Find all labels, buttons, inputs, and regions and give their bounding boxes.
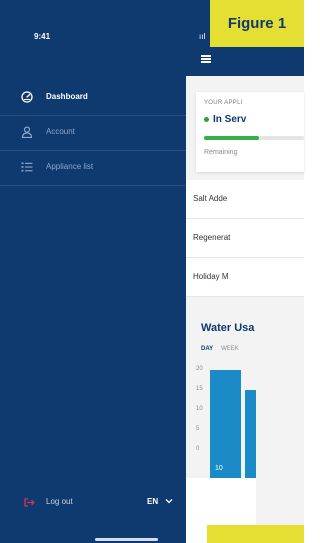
usage-bar[interactable] bbox=[245, 390, 256, 478]
figure-label-bottom bbox=[207, 525, 304, 543]
row-holiday-mode[interactable]: Holiday M bbox=[186, 258, 304, 297]
signal-indicator: ııl bbox=[199, 32, 206, 41]
nav-item-account[interactable]: Account bbox=[0, 115, 186, 151]
y-tick-10: 10 bbox=[196, 406, 203, 412]
appliance-status-card[interactable]: YOUR APPLI In Serv Remaining bbox=[196, 92, 304, 172]
hamburger-menu-icon[interactable] bbox=[201, 55, 211, 63]
y-tick-0: 0 bbox=[196, 446, 200, 452]
card-status: In Serv bbox=[204, 114, 246, 125]
navigation-drawer: 9:41 Dashboard Account Appliance list Lo… bbox=[0, 0, 186, 543]
list-icon bbox=[21, 162, 33, 172]
usage-tabs: DAY WEEK bbox=[201, 346, 239, 352]
nav-label-account: Account bbox=[46, 127, 75, 136]
status-dot-icon bbox=[204, 116, 209, 122]
tab-week[interactable]: WEEK bbox=[221, 346, 239, 352]
y-tick-5: 5 bbox=[196, 426, 200, 432]
row-regeneration[interactable]: Regenerat bbox=[186, 219, 304, 258]
dashboard-gauge-icon bbox=[21, 91, 33, 103]
salt-progress-fill bbox=[204, 136, 259, 140]
y-tick-15: 15 bbox=[196, 386, 203, 392]
card-status-text: In Serv bbox=[213, 114, 247, 125]
y-tick-20: 20 bbox=[196, 366, 203, 372]
nav-label-dashboard: Dashboard bbox=[46, 92, 88, 101]
chevron-down-icon[interactable] bbox=[165, 497, 173, 505]
card-label: YOUR APPLI bbox=[204, 100, 243, 106]
nav-item-dashboard[interactable]: Dashboard bbox=[0, 80, 186, 116]
main-action-list: Salt Adde Regenerat Holiday M bbox=[186, 180, 304, 297]
card-remaining-label: Remaining bbox=[204, 149, 238, 156]
home-indicator bbox=[95, 538, 158, 541]
usage-bar-label: 10 bbox=[215, 465, 223, 472]
nav-label-appliance-list: Appliance list bbox=[46, 162, 94, 171]
status-time: 9:41 bbox=[34, 32, 51, 41]
tab-day[interactable]: DAY bbox=[201, 346, 213, 352]
user-icon bbox=[21, 126, 33, 138]
row-salt-added[interactable]: Salt Adde bbox=[186, 180, 304, 219]
water-usage-title: Water Usa bbox=[201, 322, 255, 334]
usage-bar[interactable] bbox=[210, 370, 241, 478]
logout-icon[interactable] bbox=[24, 498, 35, 507]
figure-label: Figure 1 bbox=[210, 0, 304, 47]
nav-item-appliance-list[interactable]: Appliance list bbox=[0, 150, 186, 186]
logout-button[interactable]: Log out bbox=[46, 497, 73, 506]
language-selector[interactable]: EN bbox=[147, 497, 158, 506]
salt-progress-bar bbox=[204, 136, 304, 140]
